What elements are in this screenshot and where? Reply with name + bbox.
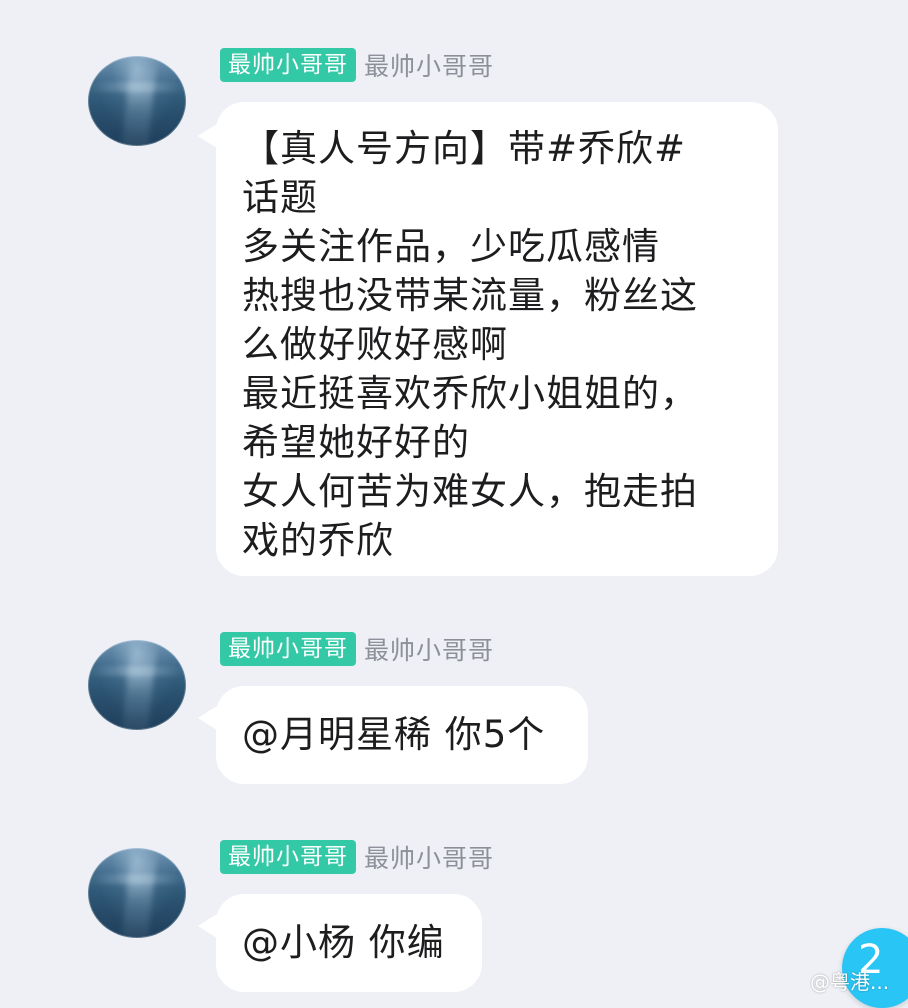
avatar[interactable]	[88, 640, 186, 730]
message-line: 多关注作品，少吃瓜感情	[242, 225, 660, 268]
sender-nickname[interactable]: 最帅小哥哥	[364, 47, 494, 83]
message-line: 【真人号方向】带#乔欣#	[242, 127, 687, 170]
member-title-badge: 最帅小哥哥	[220, 840, 356, 874]
avatar[interactable]	[88, 56, 186, 146]
message-line: 么做好败好感啊	[242, 323, 508, 366]
message-bubble[interactable]: @小杨 你编	[216, 894, 482, 992]
message-line: @月明星稀 你5个	[242, 713, 546, 756]
member-title-badge: 最帅小哥哥	[220, 48, 356, 82]
message-line: 热搜也没带某流量，粉丝这	[242, 274, 698, 317]
sender-name-row: 最帅小哥哥 最帅小哥哥	[220, 632, 494, 666]
sender-name-row: 最帅小哥哥 最帅小哥哥	[220, 840, 494, 874]
member-title-badge: 最帅小哥哥	[220, 632, 356, 666]
message-line: 女人何苦为难女人，抱走拍	[242, 470, 698, 513]
sender-nickname[interactable]: 最帅小哥哥	[364, 839, 494, 875]
message-line: 希望她好好的	[242, 421, 470, 464]
weibo-watermark: @粤港...	[810, 970, 890, 994]
avatar[interactable]	[88, 848, 186, 938]
chat-view: 最帅小哥哥 最帅小哥哥 【真人号方向】带#乔欣# 话题 多关注作品，少吃瓜感情 …	[0, 0, 908, 1008]
sender-name-row: 最帅小哥哥 最帅小哥哥	[220, 48, 494, 82]
message-line: 最近挺喜欢乔欣小姐姐的，	[242, 372, 698, 415]
message-line: 戏的乔欣	[242, 519, 394, 562]
sender-nickname[interactable]: 最帅小哥哥	[364, 631, 494, 667]
message-line: @小杨 你编	[242, 921, 445, 964]
message-bubble[interactable]: @月明星稀 你5个	[216, 686, 588, 784]
message-bubble[interactable]: 【真人号方向】带#乔欣# 话题 多关注作品，少吃瓜感情 热搜也没带某流量，粉丝这…	[216, 102, 778, 576]
message-line: 话题	[242, 176, 318, 219]
